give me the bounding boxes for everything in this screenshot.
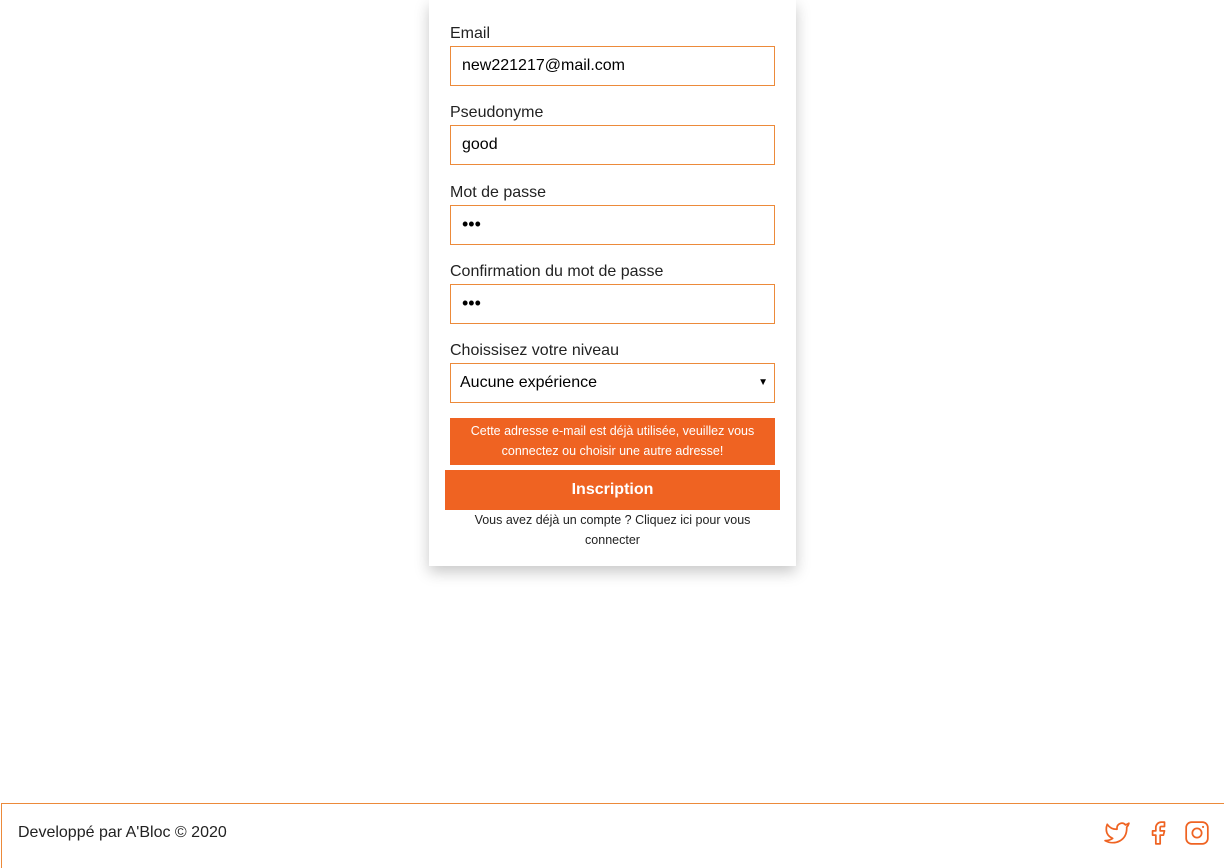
level-select[interactable]: Aucune expérience ▼	[450, 363, 775, 403]
pseudonym-field[interactable]: good	[450, 125, 775, 165]
password-label: Mot de passe	[450, 184, 547, 201]
footer: Developpé par A'Bloc © 2020	[1, 803, 1224, 868]
facebook-icon[interactable]	[1145, 820, 1171, 846]
page: Email new221217@mail.com Pseudonyme good…	[0, 0, 1224, 868]
password-confirm-label: Confirmation du mot de passe	[450, 263, 664, 280]
password-field[interactable]: •••	[450, 205, 775, 245]
password-confirm-field[interactable]: •••	[450, 284, 775, 324]
signup-card: Email new221217@mail.com Pseudonyme good…	[429, 0, 796, 566]
error-message: Cette adresse e-mail est déjà utilisée, …	[450, 418, 775, 465]
level-label: Choissisez votre niveau	[450, 342, 619, 359]
twitter-icon[interactable]	[1104, 820, 1130, 846]
email-label: Email	[450, 25, 491, 42]
level-selected-value: Aucune expérience	[460, 374, 597, 391]
email-field[interactable]: new221217@mail.com	[450, 46, 775, 86]
instagram-icon[interactable]	[1184, 820, 1210, 846]
dropdown-arrow-icon: ▼	[758, 377, 768, 388]
login-link[interactable]: Vous avez déjà un compte ? Cliquez ici p…	[450, 510, 775, 550]
pseudonym-label: Pseudonyme	[450, 104, 544, 121]
signup-button[interactable]: Inscription	[445, 470, 780, 510]
footer-copyright: Developpé par A'Bloc © 2020	[18, 824, 227, 841]
